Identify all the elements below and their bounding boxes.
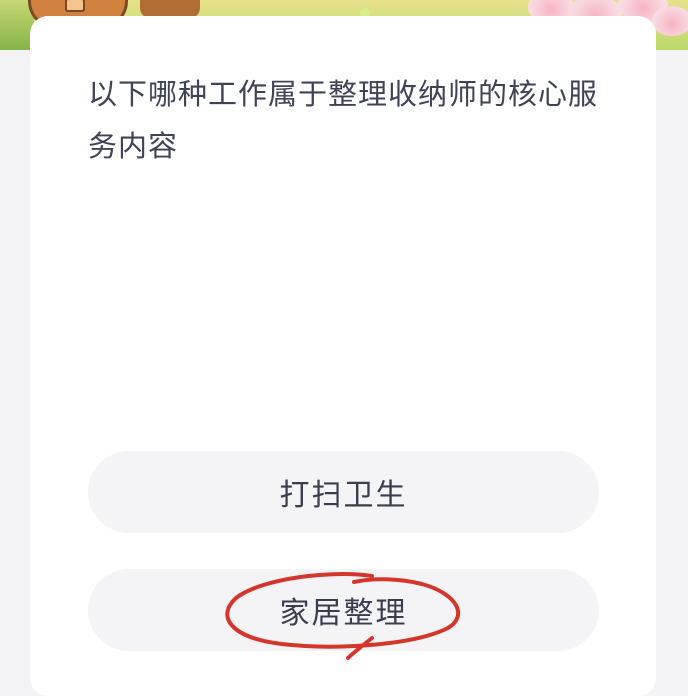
- question-text: 以下哪种工作属于整理收纳师的核心服务内容: [88, 77, 599, 163]
- character-badge-icon: [65, 0, 85, 12]
- answer-option-label: 家居整理: [279, 596, 408, 631]
- answer-option-1[interactable]: 打扫卫生: [88, 451, 599, 533]
- answer-option-label: 打扫卫生: [279, 478, 408, 513]
- answer-option-2[interactable]: 家居整理: [88, 569, 599, 651]
- flower-icon: [652, 6, 688, 36]
